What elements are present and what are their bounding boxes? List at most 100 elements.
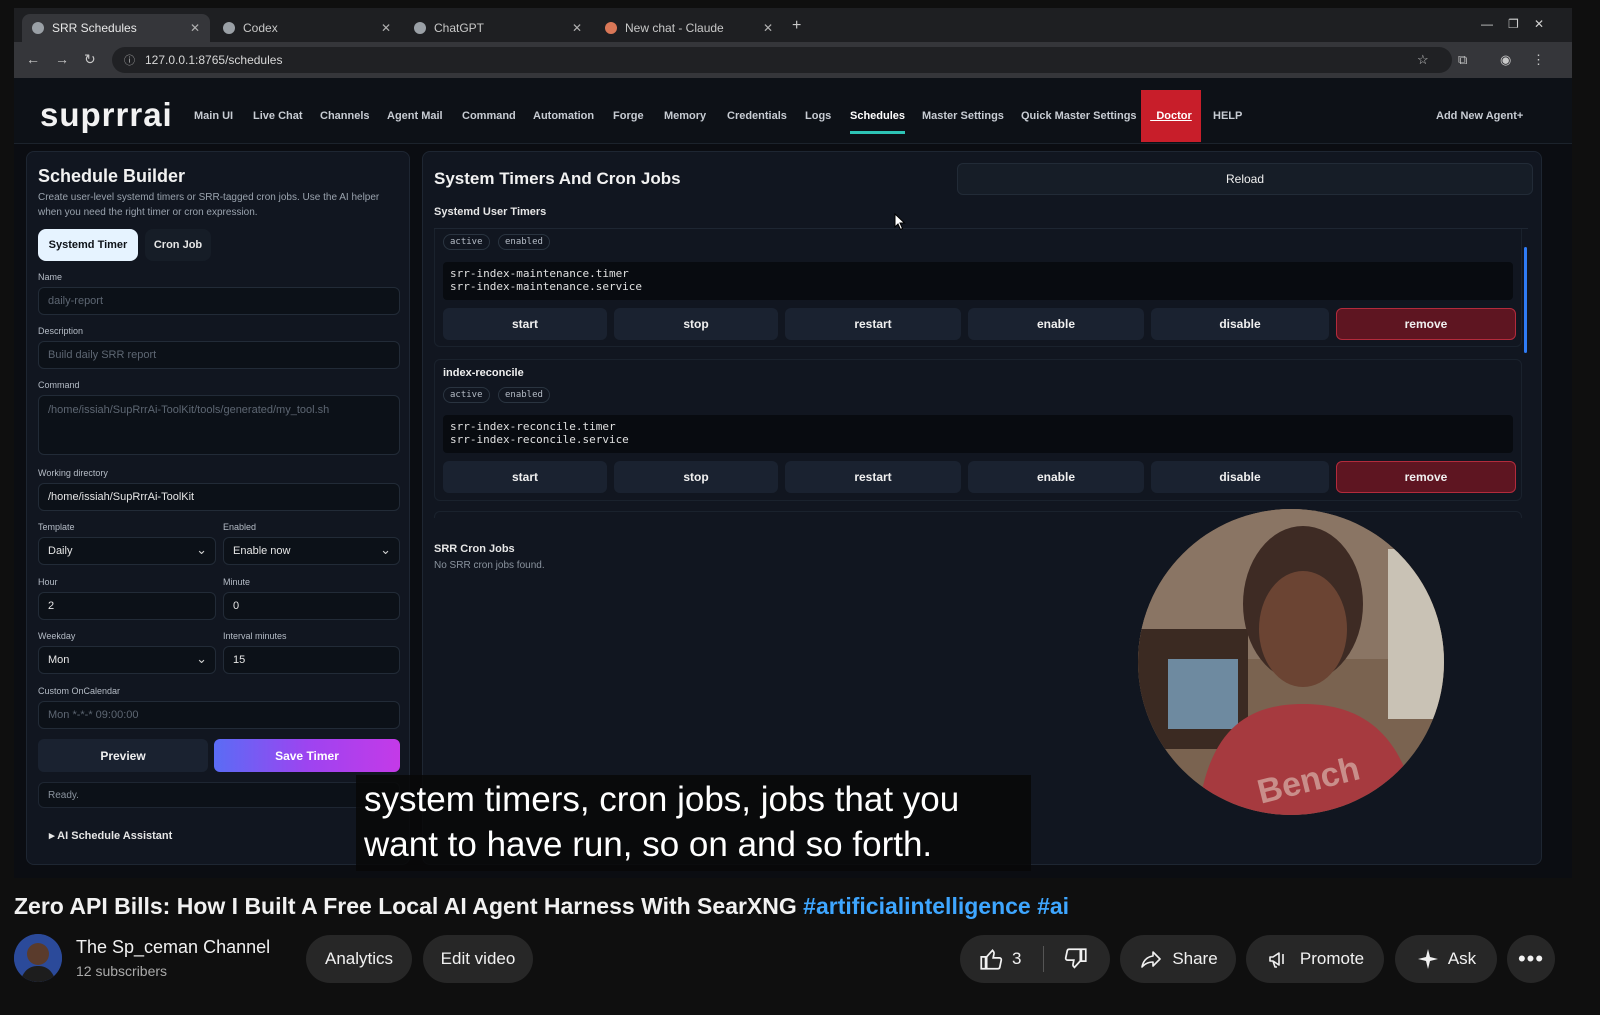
start-button[interactable]: start [443,308,607,340]
address-bar: ← → ↻ ⓘ 127.0.0.1:8765/schedules ☆ ⧉ ◉ ⋮ [14,42,1572,78]
minute-input[interactable]: 0 [223,592,400,620]
nav-main-ui[interactable]: Main UI [194,110,233,122]
timer-list[interactable]: active enabled srr-index-maintenance.tim… [434,228,1528,518]
tab-systemd-timer[interactable]: Systemd Timer [38,229,138,261]
tab-claude[interactable]: New chat - Claude ✕ [595,14,783,42]
nav-doctor[interactable]: _Doctor [1141,90,1201,142]
nav-automation[interactable]: Automation [533,110,594,122]
stop-button[interactable]: stop [614,461,778,493]
enabled-select[interactable]: Enable now [223,537,400,565]
enable-button[interactable]: enable [968,461,1144,493]
like-button[interactable]: 3 [978,946,1021,972]
ask-button[interactable]: Ask [1395,935,1497,983]
interval-input[interactable]: 15 [223,646,400,674]
app-logo[interactable]: suprrrai [40,96,173,134]
promote-button[interactable]: Promote [1246,935,1384,983]
tab-chatgpt[interactable]: ChatGPT ✕ [404,14,592,42]
close-icon[interactable]: ✕ [381,21,391,35]
claude-icon [605,22,617,34]
save-timer-button[interactable]: Save Timer [214,739,400,772]
template-select[interactable]: Daily [38,537,216,565]
hour-input[interactable]: 2 [38,592,216,620]
tab-cron-job[interactable]: Cron Job [145,229,211,261]
nav-memory[interactable]: Memory [664,110,706,122]
tab-codex[interactable]: Codex ✕ [213,14,401,42]
preview-button[interactable]: Preview [38,739,208,772]
tab-srr-schedules[interactable]: SRR Schedules ✕ [22,14,210,42]
restart-button[interactable]: restart [785,308,961,340]
nav-help[interactable]: HELP [1213,110,1242,122]
profile-icon[interactable]: ◉ [1500,52,1511,68]
channel-name[interactable]: The Sp_ceman Channel [76,937,270,958]
remove-button[interactable]: remove [1336,461,1516,493]
dislike-button[interactable] [1063,946,1089,977]
restart-button[interactable]: restart [785,461,961,493]
share-button[interactable]: Share [1120,935,1236,983]
url-input[interactable]: ⓘ 127.0.0.1:8765/schedules [112,47,1452,73]
nav-credentials[interactable]: Credentials [727,110,787,122]
more-actions-button[interactable]: ••• [1507,935,1555,983]
analytics-button[interactable]: Analytics [306,935,412,983]
start-button[interactable]: start [443,461,607,493]
channel-avatar[interactable] [14,934,62,982]
nav-master-settings[interactable]: Master Settings [922,110,1004,122]
forward-icon[interactable]: → [55,51,69,67]
nav-forge[interactable]: Forge [613,110,644,122]
nav-logs[interactable]: Logs [805,110,831,122]
cron-empty-text: No SRR cron jobs found. [434,560,545,571]
timer-card: index-reconcile active enabled srr-index… [434,359,1522,501]
video-hashtags[interactable]: #artificialintelligence #ai [803,893,1069,919]
avatar-image [14,934,62,982]
unit-list: srr-index-maintenance.timer srr-index-ma… [443,262,1513,300]
oncalendar-label: Custom OnCalendar [38,686,121,696]
app-navbar: suprrrai Main UI Live Chat Channels Agen… [14,78,1572,144]
workdir-input[interactable]: /home/issiah/SupRrrAi-ToolKit [38,483,400,511]
timer-list-scrollbar[interactable] [1524,247,1527,353]
back-icon[interactable]: ← [26,51,40,67]
restore-icon[interactable]: ❐ [1508,17,1519,31]
enable-button[interactable]: enable [968,308,1144,340]
bookmark-star-icon[interactable]: ☆ [1417,52,1429,68]
video-title: Zero API Bills: How I Built A Free Local… [14,893,1070,919]
oncalendar-input[interactable]: Mon *-*-* 09:00:00 [38,701,400,729]
reload-icon[interactable]: ↻ [84,51,96,68]
browser-menu-icon[interactable]: ⋮ [1532,52,1545,68]
command-textarea[interactable]: /home/issiah/SupRrrAi-ToolKit/tools/gene… [38,395,400,455]
nav-command[interactable]: Command [462,110,516,122]
nav-schedules[interactable]: Schedules [850,110,906,134]
weekday-select[interactable]: Mon [38,646,216,674]
minimize-icon[interactable]: — [1481,17,1493,31]
description-label: Description [38,326,84,336]
status-text: Ready. [38,782,400,808]
remove-button[interactable]: remove [1336,308,1516,340]
status-badge: enabled [498,234,550,250]
edit-video-button[interactable]: Edit video [423,935,533,983]
window-close-icon[interactable]: ✕ [1534,17,1544,31]
disable-button[interactable]: disable [1151,461,1329,493]
name-input[interactable]: daily-report [38,287,400,315]
webcam-overlay: Bench [1138,509,1444,815]
close-icon[interactable]: ✕ [572,21,582,35]
name-label: Name [38,272,63,282]
add-agent-button[interactable]: Add New Agent+ [1436,110,1523,122]
extensions-icon[interactable]: ⧉ [1458,52,1467,68]
stop-button[interactable]: stop [614,308,778,340]
site-info-icon[interactable]: ⓘ [124,52,135,68]
close-icon[interactable]: ✕ [190,21,200,35]
ai-assistant-toggle[interactable]: ▸ AI Schedule Assistant [49,829,172,842]
video-frame[interactable]: SRR Schedules ✕ Codex ✕ ChatGPT ✕ New ch… [14,8,1572,878]
like-divider [1043,946,1044,972]
more-icon: ••• [1517,946,1545,971]
nav-live-chat[interactable]: Live Chat [253,110,303,122]
thumbs-down-icon [1064,948,1087,969]
workdir-label: Working directory [38,468,108,478]
disable-button[interactable]: disable [1151,308,1329,340]
new-tab-icon[interactable]: + [792,17,801,35]
nav-agent-mail[interactable]: Agent Mail [387,110,443,122]
nav-quick-master-settings[interactable]: Quick Master Settings [1021,110,1137,122]
close-icon[interactable]: ✕ [763,21,773,35]
nav-channels[interactable]: Channels [320,110,370,122]
template-label: Template [38,522,75,532]
reload-button[interactable]: Reload [957,163,1533,195]
description-input[interactable]: Build daily SRR report [38,341,400,369]
